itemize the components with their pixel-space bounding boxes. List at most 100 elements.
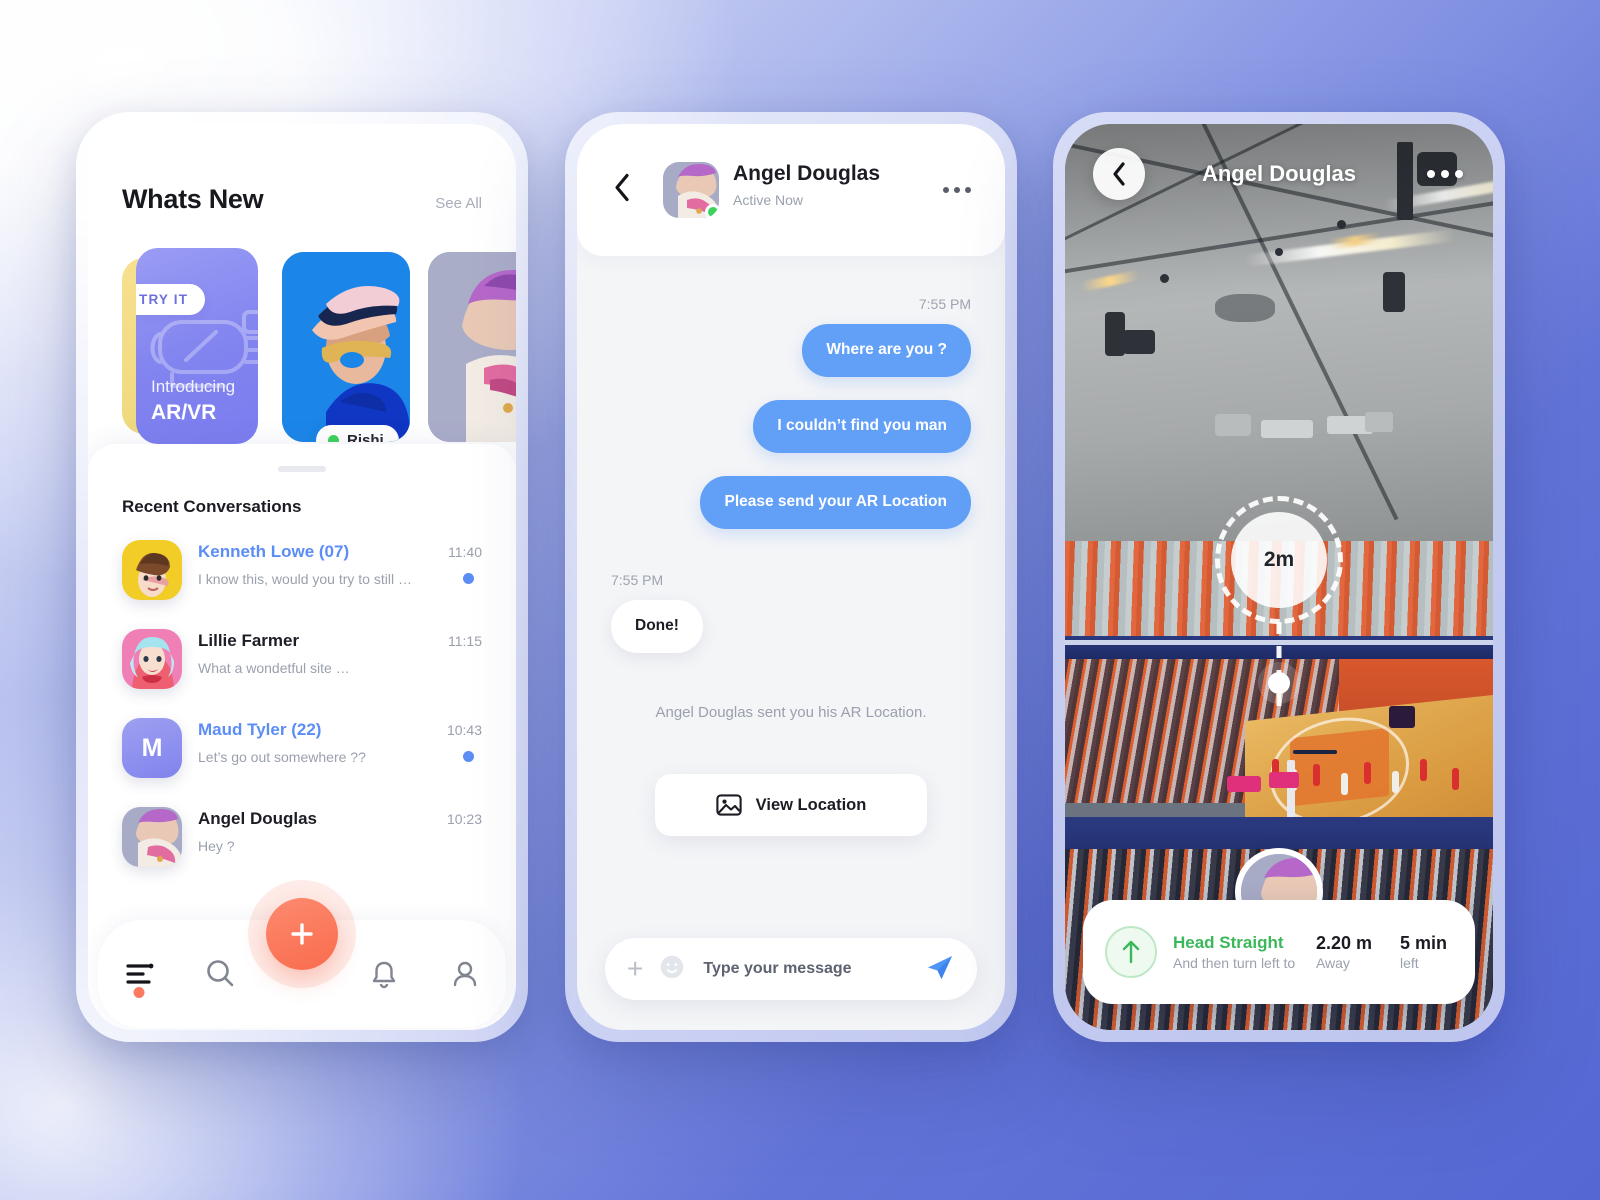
- metric-value: 2.20 m: [1315, 932, 1372, 953]
- tab-active-dot: [133, 987, 145, 998]
- attach-plus-icon[interactable]: +: [627, 954, 643, 982]
- conversation-name: Kenneth Lowe (07): [198, 542, 350, 561]
- send-paper-plane-icon: [928, 955, 952, 979]
- chat-avatar[interactable]: [663, 162, 719, 218]
- conversation-time: 10:23: [446, 811, 482, 827]
- conversation-row-kenneth[interactable]: Kenneth Lowe (07) I know this, would you…: [122, 540, 482, 612]
- message-bubble-outgoing: I couldn’t find you man: [753, 400, 971, 453]
- metric-label: Away: [1315, 955, 1350, 972]
- person-icon: [453, 961, 477, 987]
- conversation-snippet: Let’s go out somewhere ??: [198, 749, 366, 765]
- unread-badge-dot: [463, 573, 474, 584]
- bell-icon: [372, 961, 395, 989]
- conversation-row-lillie[interactable]: Lillie Farmer What a wondetful site … 11…: [122, 629, 482, 701]
- arvr-line-1: Introducing: [151, 376, 236, 396]
- tab-notifications[interactable]: [343, 920, 425, 1028]
- chat-contact-name: Angel Douglas: [733, 162, 881, 185]
- try-it-badge[interactable]: TRY IT: [136, 284, 206, 315]
- arrow-up-icon: [1122, 940, 1140, 964]
- ar-location-system-note: Angel Douglas sent you his AR Location.: [655, 704, 927, 721]
- story-card-rishi[interactable]: Rishi: [282, 252, 410, 442]
- more-horizontal-icon: [954, 187, 960, 193]
- arvr-caption: Introducing AR/VR: [151, 376, 235, 426]
- tab-search[interactable]: [180, 920, 262, 1028]
- message-input[interactable]: Type your message: [703, 960, 851, 978]
- conversation-time: 11:40: [448, 544, 482, 560]
- message-timestamp: 7:55 PM: [611, 572, 664, 588]
- more-horizontal-icon: [965, 187, 971, 193]
- message-bubble-outgoing: Please send your AR Location: [700, 476, 971, 529]
- avatar: [122, 629, 182, 689]
- more-horizontal-icon: [1455, 170, 1463, 178]
- story-card-arvr[interactable]: TRY IT Introducing AR/VR: [136, 248, 258, 444]
- chat-message-list[interactable]: 7:55 PM Where are you ? I couldn’t find …: [577, 256, 1005, 1030]
- send-button[interactable]: [925, 952, 955, 987]
- avatar-photo-angel: [122, 807, 182, 867]
- metric-value: 5 min: [1399, 932, 1447, 953]
- new-message-fab[interactable]: [266, 898, 338, 970]
- ar-navigation-card: Head Straight And then turn left to 2.20…: [1083, 900, 1475, 1004]
- ar-distance-marker[interactable]: 2m: [1215, 496, 1343, 624]
- emoji-button[interactable]: [659, 954, 685, 985]
- stories-carousel[interactable]: TRY IT Introducing AR/VR Rishi: [88, 246, 516, 451]
- metric-time: 5 min left: [1400, 932, 1447, 973]
- conversation-snippet: Hey ?: [198, 838, 235, 854]
- back-button[interactable]: [613, 173, 631, 208]
- ar-path-dashed-line: [1276, 622, 1282, 710]
- search-icon: [207, 960, 234, 987]
- whats-new-title-row: Whats New See All: [122, 184, 482, 215]
- ar-path-endpoint: [1268, 672, 1290, 694]
- direction-indicator: [1105, 926, 1157, 978]
- avatar-photo-lillie: [122, 629, 182, 689]
- conversation-row-maud[interactable]: M Maud Tyler (22) Let’s go out somewhere…: [122, 718, 482, 790]
- conversation-row-angel[interactable]: Angel Douglas Hey ? 10:23: [122, 807, 482, 879]
- conversation-time: 10:43: [446, 722, 482, 738]
- message-composer[interactable]: + Type your message: [605, 938, 977, 1000]
- view-location-button[interactable]: View Location: [655, 774, 927, 836]
- phone-3-screen-ar-navigation: Angel Douglas 2m Head Straight And then …: [1065, 124, 1493, 1030]
- avatar: [122, 807, 182, 867]
- direction-text-group: Head Straight And then turn left to: [1173, 932, 1316, 971]
- conversation-snippet: I know this, would you try to still …: [198, 571, 412, 587]
- ar-distance-label: 2m: [1231, 512, 1327, 608]
- chat-contact-status: Active Now: [733, 192, 804, 208]
- conversation-time: 11:15: [448, 633, 482, 649]
- image-icon: [716, 794, 742, 816]
- sheet-grabber[interactable]: [278, 466, 326, 472]
- story-card-angel[interactable]: [428, 252, 516, 442]
- message-bubble-outgoing: Where are you ?: [802, 324, 971, 377]
- avatar: [122, 540, 182, 600]
- metric-label: left: [1399, 955, 1419, 972]
- more-horizontal-icon: [1441, 170, 1449, 178]
- see-all-link[interactable]: See All: [435, 195, 482, 212]
- metric-distance: 2.20 m Away: [1316, 932, 1372, 973]
- conversation-name: Maud Tyler (22): [198, 720, 322, 739]
- story-name-pill-rishi: Rishi: [316, 425, 399, 442]
- phone-2-screen-chat: Angel Douglas Active Now 7:55 PM Where a…: [577, 124, 1005, 1030]
- more-horizontal-icon: [1427, 170, 1435, 178]
- message-bubble-incoming: Done!: [611, 600, 703, 653]
- story-name-label: Rishi: [347, 432, 384, 442]
- avatar: M: [122, 718, 182, 778]
- chat-more-button[interactable]: [943, 187, 971, 193]
- tab-feed[interactable]: [98, 920, 180, 1028]
- online-dot-icon: [705, 204, 719, 218]
- conversation-snippet: What a wondetful site …: [198, 660, 350, 676]
- phone-1-screen-whats-new: Whats New See All TRY IT Introducing AR/…: [88, 124, 516, 1030]
- page-title: Whats New: [122, 184, 264, 214]
- view-location-label: View Location: [755, 795, 867, 814]
- direction-subheading: And then turn left to: [1173, 954, 1296, 971]
- ar-more-button[interactable]: [1427, 170, 1463, 178]
- feed-list-icon: [126, 963, 154, 984]
- conversation-name: Lillie Farmer: [198, 631, 300, 650]
- story-photo-rishi: [282, 252, 410, 442]
- arvr-line-2: AR/VR: [151, 400, 217, 424]
- direction-heading: Head Straight: [1173, 933, 1284, 953]
- plus-icon: [291, 923, 313, 945]
- story-photo-angel: [428, 252, 516, 442]
- tab-profile[interactable]: [424, 920, 506, 1028]
- online-dot-icon: [328, 435, 339, 442]
- chat-header: Angel Douglas Active Now: [577, 124, 1005, 256]
- unread-badge-dot: [463, 751, 474, 762]
- avatar-initial: M: [122, 718, 182, 778]
